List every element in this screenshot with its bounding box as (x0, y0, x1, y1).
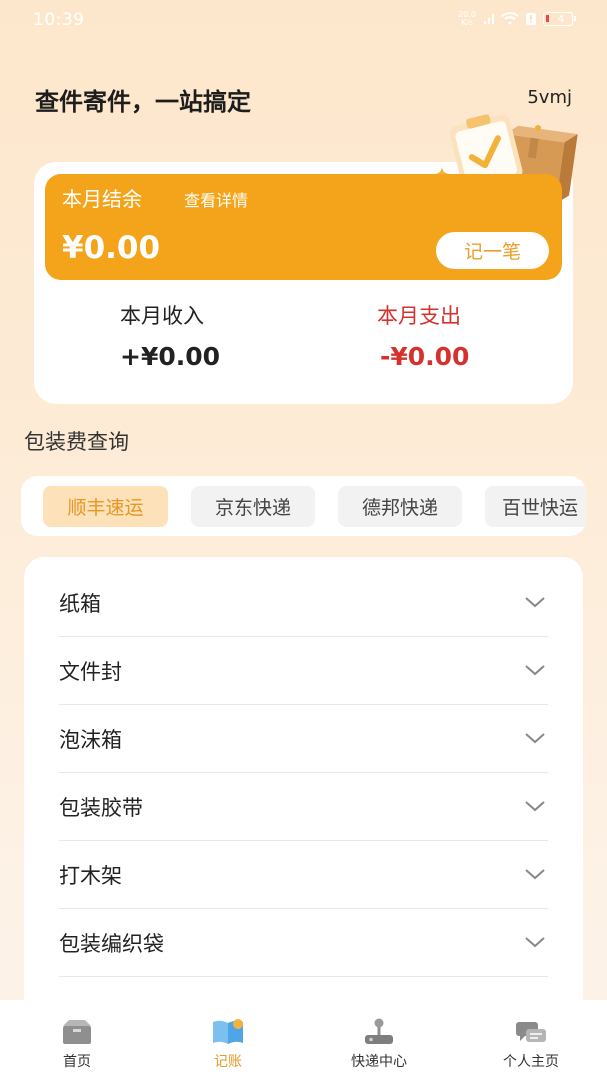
tab-sf-express[interactable]: 顺丰速运 (43, 486, 168, 527)
chevron-down-icon (525, 801, 545, 812)
tab-jd-express[interactable]: 京东快递 (191, 486, 315, 527)
list-item-label: 打木架 (59, 864, 122, 888)
chevron-down-icon (525, 869, 545, 880)
section-title-packaging-fee: 包装费查询 (24, 430, 129, 454)
expense-value: -¥0.00 (380, 342, 470, 371)
status-time: 10:39 (33, 10, 85, 30)
expense-label: 本月支出 (377, 304, 461, 328)
nav-item-express-center[interactable]: 快递中心 (324, 1018, 434, 1071)
list-item-label: 文件封 (59, 660, 122, 684)
joystick-icon (365, 1018, 393, 1044)
list-item-document-envelope[interactable]: 文件封 (59, 637, 548, 705)
list-item-woven-bag[interactable]: 包装编织袋 (59, 909, 548, 977)
packaging-list: 纸箱 文件封 泡沫箱 包装胶带 打木架 包装编织袋 沙袋和保温袋 (24, 557, 583, 1017)
signal-icon (484, 14, 494, 24)
balance-amount: ¥0.00 (62, 230, 161, 266)
nav-label: 首页 (63, 1054, 91, 1070)
status-icons: 20.0 K/s 4 (457, 10, 576, 27)
tab-deppon-express[interactable]: 德邦快递 (338, 486, 462, 527)
list-item-label: 泡沫箱 (59, 728, 122, 752)
header-code: 5vmj (527, 87, 572, 108)
list-item-label: 纸箱 (59, 592, 101, 616)
nav-item-profile[interactable]: 个人主页 (476, 1018, 586, 1071)
tab-best-express[interactable]: 百世快运 (485, 486, 586, 527)
chevron-down-icon (525, 597, 545, 608)
page-title: 查件寄件，一站搞定 (35, 88, 251, 116)
notebook-icon (213, 1019, 243, 1044)
nav-label: 个人主页 (503, 1054, 559, 1070)
record-entry-button[interactable]: 记一笔 (436, 232, 549, 269)
courier-tabs: 顺丰速运 京东快递 德邦快递 百世快运 (21, 476, 586, 536)
battery-level: 4 (557, 13, 565, 25)
income-label: 本月收入 (120, 304, 204, 328)
home-box-icon (63, 1020, 91, 1044)
network-speed: 20.0 K/s (458, 10, 476, 27)
list-item-wooden-frame[interactable]: 打木架 (59, 841, 548, 909)
nav-item-bookkeeping[interactable]: 记账 (173, 1018, 283, 1071)
balance-summary-panel: 本月结余 查看详情 ¥0.00 记一笔 (45, 174, 562, 280)
list-item-carton[interactable]: 纸箱 (59, 569, 548, 637)
wifi-icon (501, 12, 519, 25)
chat-bubbles-icon (516, 1022, 546, 1042)
battery-icon: 4 (543, 12, 576, 26)
list-item-label: 包装编织袋 (59, 932, 164, 956)
list-item-foam-box[interactable]: 泡沫箱 (59, 705, 548, 773)
chevron-down-icon (525, 665, 545, 676)
view-details-link[interactable]: 查看详情 (184, 187, 248, 211)
alert-icon (526, 13, 536, 25)
nav-item-home[interactable]: 首页 (22, 1018, 132, 1071)
chevron-down-icon (525, 937, 545, 948)
bottom-nav: 首页 记账 快递中心 个人主页 (0, 1000, 607, 1080)
balance-title: 本月结余 (62, 187, 142, 211)
list-item-label: 包装胶带 (59, 796, 143, 820)
income-value: +¥0.00 (120, 342, 221, 371)
nav-label: 快递中心 (351, 1054, 407, 1070)
list-item-packing-tape[interactable]: 包装胶带 (59, 773, 548, 841)
nav-label: 记账 (214, 1054, 242, 1070)
status-bar: 10:39 20.0 K/s 4 (0, 0, 607, 40)
chevron-down-icon (525, 733, 545, 744)
